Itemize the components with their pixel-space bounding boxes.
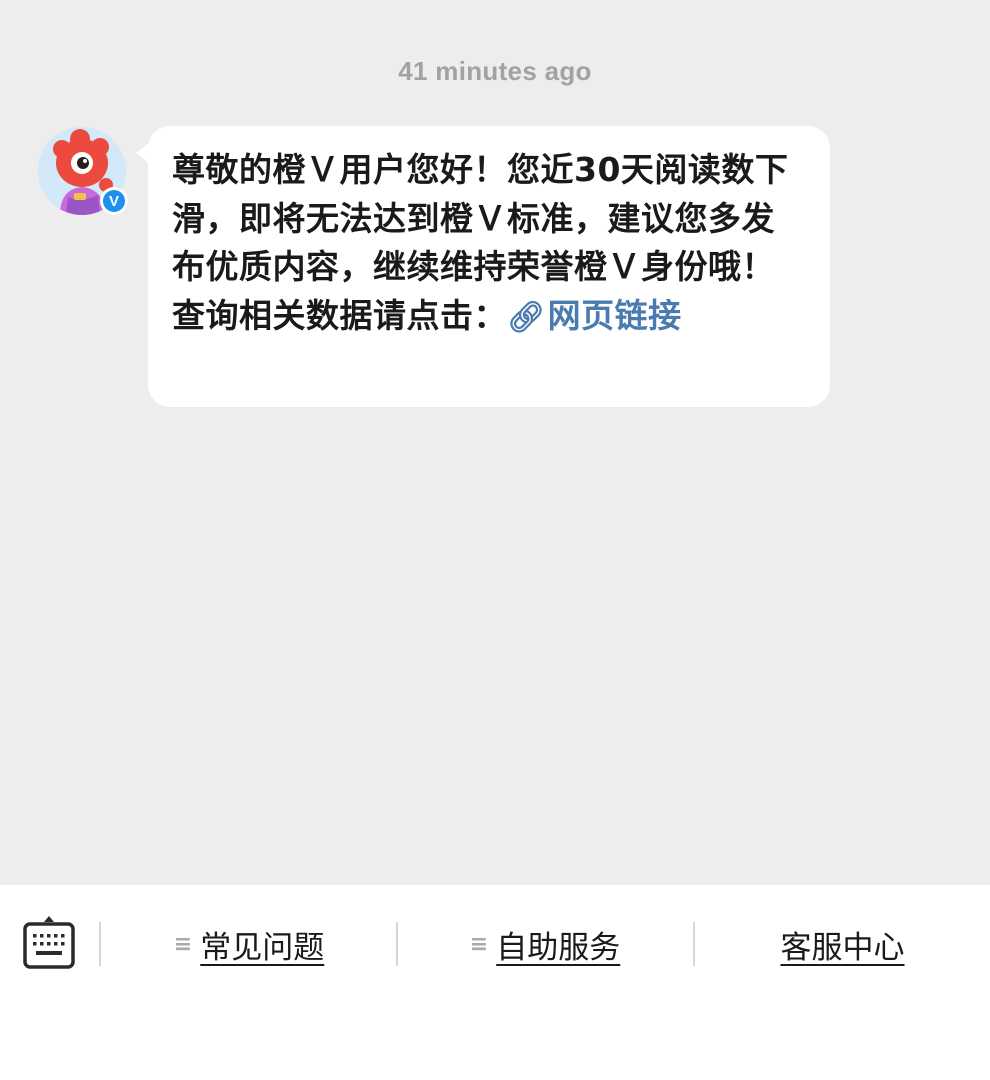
menu-lines-icon: ≡ (173, 931, 193, 957)
menu-customer-service-button[interactable]: 客服中心 (695, 922, 990, 966)
menu-customer-service-label: 客服中心 (780, 929, 905, 966)
message-bubble: 尊敬的橙Ｖ用户您好！您近30天阅读数下滑，即将无法达到橙Ｖ标准，建议您多发布优质… (148, 126, 830, 407)
menu-self-service-button[interactable]: ≡ 自助服务 (398, 922, 692, 966)
bottom-menu-bar (0, 885, 990, 1080)
menu-divider (99, 922, 101, 966)
message-text: 尊敬的橙Ｖ用户您好！您近30天阅读数下滑，即将无法达到橙Ｖ标准，建议您多发布优质… (172, 146, 806, 342)
web-link[interactable]: 🔗︎网页链接 (507, 296, 682, 335)
menu-faq-label: 常见问题 (200, 929, 325, 966)
verified-badge: V (100, 187, 128, 215)
link-icon: 🔗︎ (507, 299, 546, 335)
keyboard-toggle-button[interactable] (22, 914, 76, 972)
keyboard-icon (23, 916, 75, 969)
chat-area: 41 minutes ago V 尊敬的橙Ｖ用户您好！您近30天阅读数下滑，即将… (0, 0, 990, 885)
menu-faq-button[interactable]: ≡ 常见问题 (102, 922, 396, 966)
message-body: 尊敬的橙Ｖ用户您好！您近30天阅读数下滑，即将无法达到橙Ｖ标准，建议您多发布优质… (172, 150, 789, 335)
menu-lines-icon: ≡ (469, 931, 489, 957)
message-timestamp: 41 minutes ago (398, 56, 592, 86)
verified-check-icon: V (103, 190, 125, 212)
web-link-label: 网页链接 (547, 295, 682, 335)
menu-self-service-label: 自助服务 (496, 929, 621, 966)
